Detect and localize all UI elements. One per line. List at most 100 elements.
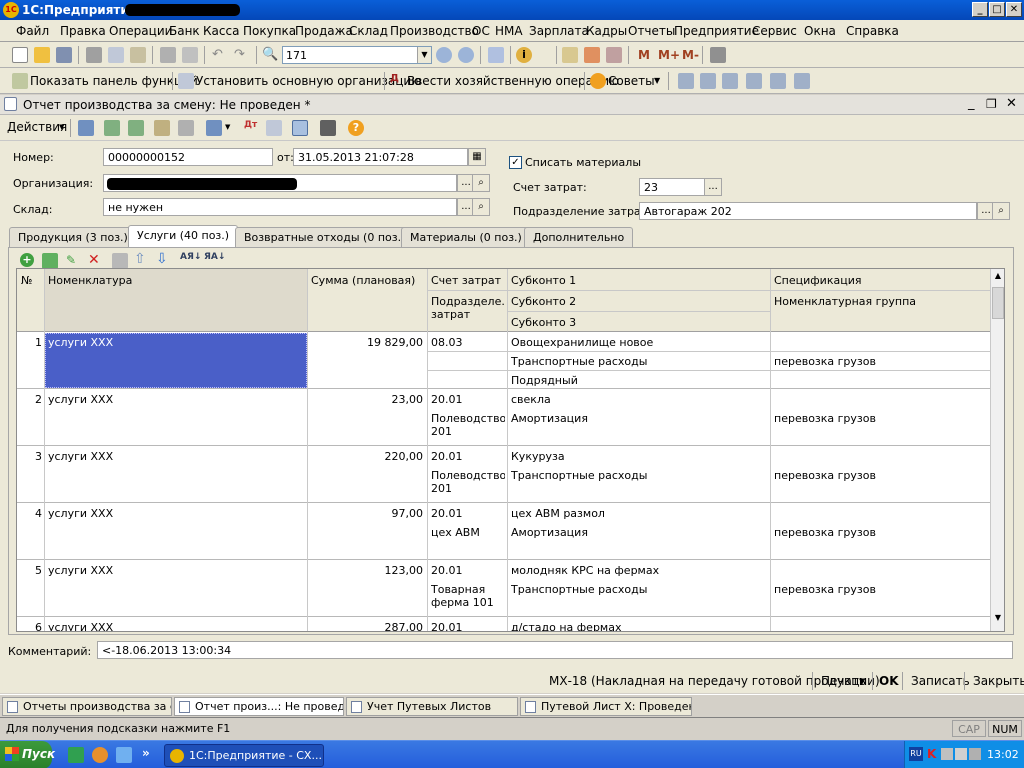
comment-field[interactable]: <-18.06.2013 13:00:34 xyxy=(97,641,1013,659)
row-subconto2[interactable]: Амортизация xyxy=(511,412,766,425)
volume-icon[interactable] xyxy=(941,748,953,760)
journal-icon[interactable] xyxy=(794,73,810,89)
set-main-org-button[interactable]: Установить основную организацию xyxy=(196,74,421,88)
menu-warehouse[interactable]: Склад xyxy=(349,24,388,38)
add-row-icon[interactable]: + xyxy=(20,253,34,267)
journal-icon[interactable] xyxy=(770,73,786,89)
cut-icon[interactable] xyxy=(86,47,102,63)
tab-products[interactable]: Продукция (3 поз.) xyxy=(9,227,137,247)
row-number[interactable]: 2 xyxy=(17,393,42,406)
date-field[interactable]: 31.05.2013 21:07:28 xyxy=(293,148,468,166)
calendar-picker-icon[interactable]: ▦ xyxy=(468,148,486,166)
row-subconto1[interactable]: Овощехранилище новое xyxy=(511,336,766,349)
tree-mode-icon[interactable] xyxy=(292,120,308,136)
header-subconto1[interactable]: Субконто 1 xyxy=(511,274,576,287)
row-nom-group[interactable]: перевозка грузов xyxy=(774,583,984,596)
sort-desc-icon[interactable]: ЯA↓ xyxy=(204,252,225,268)
row-number[interactable]: 3 xyxy=(17,450,42,463)
enter-operation-button[interactable]: Ввести хозяйственную операцию xyxy=(407,74,619,88)
paste-icon[interactable] xyxy=(130,47,146,63)
close-form-button[interactable]: Закрыть xyxy=(973,674,1024,688)
row-cost-account[interactable]: 20.01 xyxy=(431,621,505,631)
menu-bank[interactable]: Банк xyxy=(169,24,200,38)
based-on-icon[interactable] xyxy=(154,120,170,136)
row-nomenclature[interactable]: услуги ХХХ xyxy=(48,393,303,406)
start-button[interactable]: Пуск xyxy=(0,741,55,768)
row-nomenclature[interactable]: услуги ХХХ xyxy=(48,336,303,349)
copy-doc-icon[interactable] xyxy=(128,120,144,136)
header-nom-group[interactable]: Номенклатурная группа xyxy=(774,295,916,308)
find-next-icon[interactable] xyxy=(436,47,452,63)
tab-materials[interactable]: Материалы (0 поз.) xyxy=(401,227,531,247)
find-prev-icon[interactable] xyxy=(458,47,474,63)
row-nomenclature[interactable]: услуги ХХХ xyxy=(48,564,303,577)
row-nomenclature[interactable]: услуги ХХХ xyxy=(48,621,303,631)
redo-icon[interactable]: ↷ xyxy=(234,47,250,63)
edit-row-icon[interactable]: ✎ xyxy=(66,253,82,269)
row-sum[interactable]: 97,00 xyxy=(309,507,424,520)
antivirus-icon[interactable]: K xyxy=(927,747,939,761)
row-division[interactable]: Полеводство 201 xyxy=(431,469,505,495)
row-number[interactable]: 4 xyxy=(17,507,42,520)
menu-file[interactable]: Файл xyxy=(16,24,49,38)
window-tab-waybill[interactable]: Путевой Лист Х: Проведен * xyxy=(520,697,692,716)
row-number[interactable]: 1 xyxy=(17,336,42,349)
menu-reports[interactable]: Отчеты xyxy=(628,24,675,38)
row-cost-account[interactable]: 20.01 xyxy=(431,507,505,520)
select-button[interactable]: ... xyxy=(704,178,722,196)
row-subconto2[interactable]: Транспортные расходы xyxy=(511,355,766,368)
close-button[interactable]: ✕ xyxy=(1006,2,1022,17)
save-icon[interactable] xyxy=(56,47,72,63)
copy-icon[interactable] xyxy=(108,47,124,63)
header-cost-account[interactable]: Счет затрат xyxy=(431,274,501,287)
row-sum[interactable]: 19 829,00 xyxy=(309,336,423,349)
row-sum[interactable]: 287,00 xyxy=(309,621,424,631)
row-subconto2[interactable]: Транспортные расходы xyxy=(511,583,766,596)
cost-account-field[interactable]: 23 xyxy=(639,178,705,196)
copy-row-icon[interactable] xyxy=(42,253,58,269)
write-off-checkbox[interactable]: ✓ xyxy=(509,156,522,169)
warehouse-field[interactable]: не нужен xyxy=(103,198,457,216)
row-cost-account[interactable]: 20.01 xyxy=(431,393,505,406)
help-icon[interactable]: ? xyxy=(348,120,364,136)
quicklaunch-more-icon[interactable]: » xyxy=(142,746,150,760)
menu-edit[interactable]: Правка xyxy=(60,24,106,38)
post-icon[interactable] xyxy=(78,120,94,136)
print-preview-icon[interactable] xyxy=(182,47,198,63)
open-folder-icon[interactable] xyxy=(34,47,50,63)
windows-icon[interactable] xyxy=(488,47,504,63)
new-document-icon[interactable] xyxy=(12,47,28,63)
row-nomenclature[interactable]: услуги ХХХ xyxy=(48,507,303,520)
row-subconto3[interactable]: Подрядный xyxy=(511,374,766,387)
info-icon[interactable]: i xyxy=(516,47,532,63)
row-subconto2[interactable]: Амортизация xyxy=(511,526,766,539)
header-subconto3[interactable]: Субконто 3 xyxy=(511,316,576,329)
scroll-down-icon[interactable]: ▼ xyxy=(992,613,1004,627)
tab-return-waste[interactable]: Возвратные отходы (0 поз.) xyxy=(235,227,415,247)
doc-close-button[interactable]: ✕ xyxy=(1006,96,1017,111)
row-subconto1[interactable]: д/стадо на фермах xyxy=(511,621,766,631)
memory-plus-button[interactable]: M+ xyxy=(658,48,680,62)
tab-services[interactable]: Услуги (40 поз.) xyxy=(128,225,239,248)
window-tab-current[interactable]: Отчет произ...: Не проведен * xyxy=(174,697,344,716)
chevron-down-icon[interactable]: ▼ xyxy=(654,76,660,85)
search-icon[interactable]: ⌕ xyxy=(992,202,1010,220)
undo-icon[interactable]: ↶ xyxy=(212,47,228,63)
menu-fixed-assets[interactable]: ОС xyxy=(472,24,490,38)
row-subconto1[interactable]: свекла xyxy=(511,393,766,406)
maximize-button[interactable]: □ xyxy=(989,2,1005,17)
doc-restore-button[interactable]: ❐ xyxy=(986,97,997,111)
row-nom-group[interactable]: перевозка грузов xyxy=(774,526,984,539)
search-combo[interactable]: 171 ▼ xyxy=(282,46,432,64)
row-nom-group[interactable]: перевозка грузов xyxy=(774,412,984,425)
menu-staff[interactable]: Кадры xyxy=(586,24,627,38)
taskbar-app-button[interactable]: 1С:Предприятие - СХ... xyxy=(164,744,324,767)
row-subconto1[interactable]: Кукуруза xyxy=(511,450,766,463)
calculator-icon[interactable] xyxy=(562,47,578,63)
row-nom-group[interactable]: перевозка грузов xyxy=(774,469,984,482)
chevron-down-icon[interactable]: ▼ xyxy=(59,123,64,131)
doc-minimize-button[interactable]: _ xyxy=(968,96,975,111)
menu-intangibles[interactable]: НМА xyxy=(495,24,523,38)
row-nomenclature[interactable]: услуги ХХХ xyxy=(48,450,303,463)
menu-operations[interactable]: Операции xyxy=(109,24,172,38)
